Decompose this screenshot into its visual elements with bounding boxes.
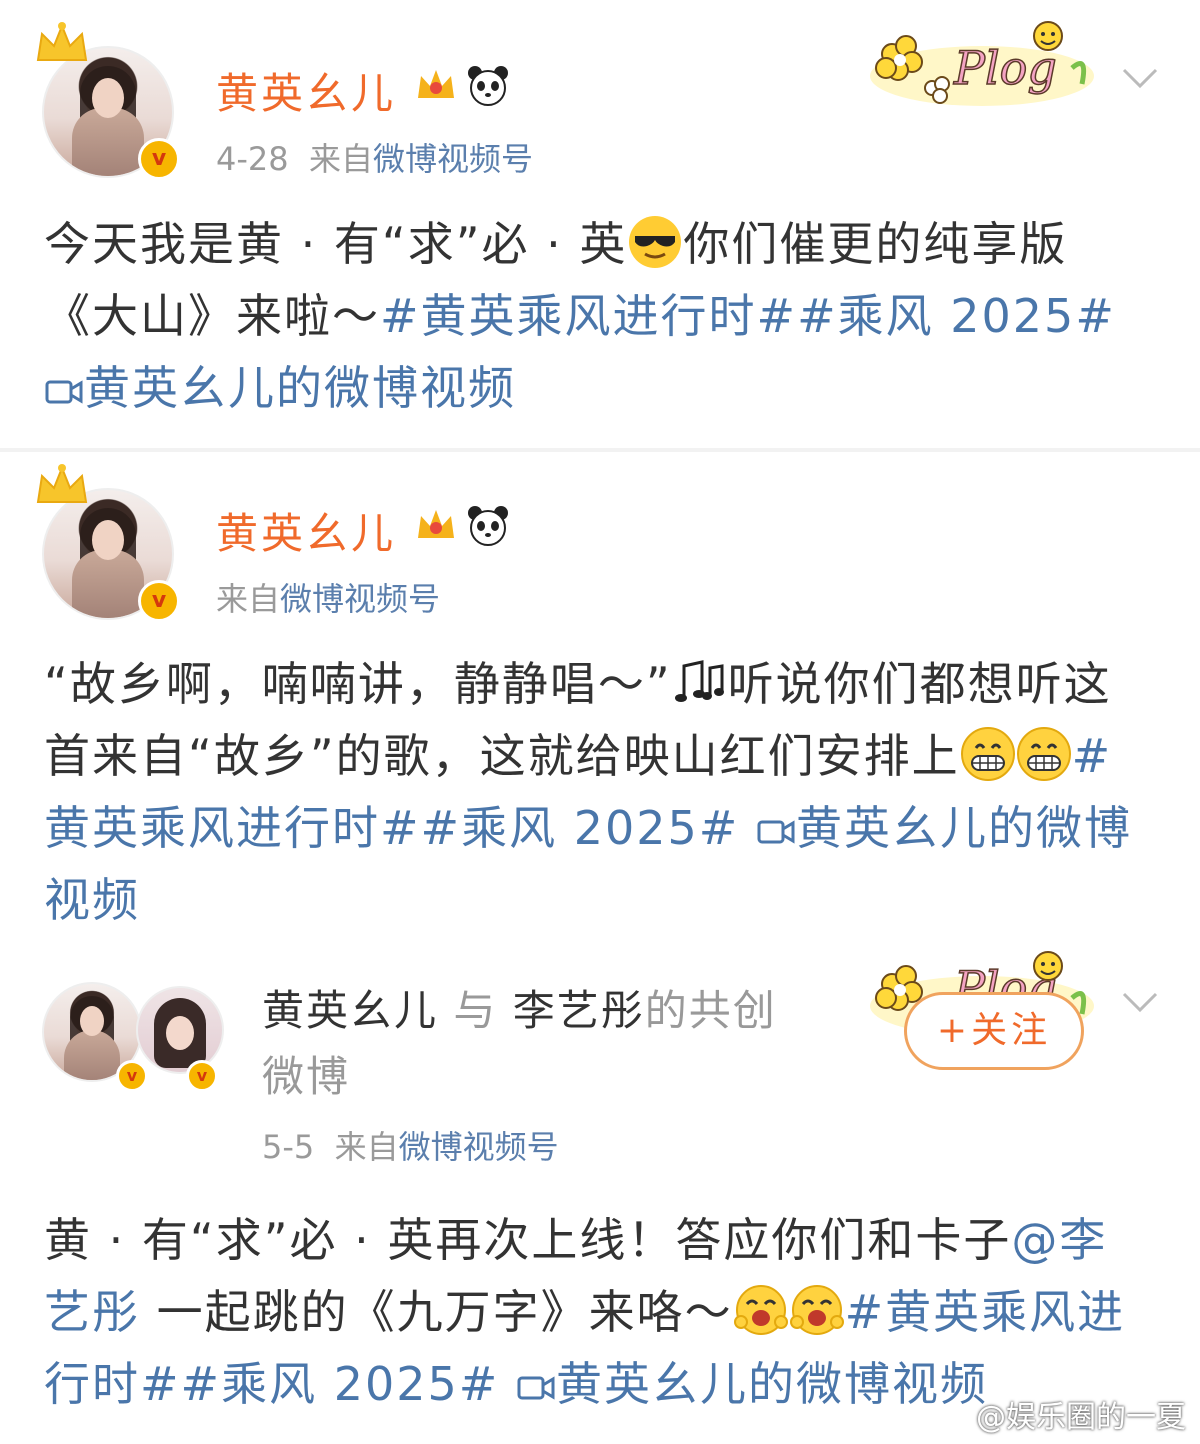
verified-v-icon: v	[138, 580, 180, 622]
weibo-post-3: v v 黄英幺儿 与 李艺彤的共创 微博 Plog +关注 5-5 来自微博视频号…	[0, 942, 1200, 1444]
author-avatar[interactable]: v	[42, 488, 180, 622]
excited-face-emoji	[789, 1285, 844, 1335]
plog-sticker: Plog	[870, 21, 1094, 106]
post-text: “故乡啊，喃喃讲，静静唱～” 听说你们都想听这首来自“故乡”的歌，这就给映山红们安…	[44, 648, 1154, 936]
hashtag-link[interactable]: #乘风 2025#	[181, 1357, 500, 1411]
follow-button[interactable]: +关注	[904, 992, 1084, 1070]
coauthor-name[interactable]: 李艺彤	[513, 986, 645, 1035]
post-text: 今天我是黄 · 有“求”必 · 英你们催更的纯享版《大山》来啦～#黄英乘风进行时…	[44, 208, 1154, 424]
video-icon	[517, 1376, 555, 1400]
cocreate-title: 黄英幺儿 与 李艺彤的共创 微博	[262, 986, 777, 1101]
grin-emoji	[960, 727, 1015, 781]
post-text: 黄 · 有“求”必 · 英再次上线！答应你们和卡子@李艺彤 一起跳的《九万字》来…	[44, 1213, 1126, 1411]
author-name[interactable]: 黄英幺儿	[216, 60, 396, 121]
author-name[interactable]: 黄英幺儿	[216, 500, 396, 561]
source-link[interactable]: 微博视频号	[399, 1128, 559, 1166]
video-link[interactable]: 黄英幺儿的微博视频	[44, 361, 516, 415]
cool-sunglasses-emoji	[629, 216, 682, 268]
panda-icon	[468, 506, 508, 546]
vip-crown-icon	[418, 510, 454, 538]
chevron-down-icon[interactable]	[1122, 66, 1158, 90]
verified-v-icon: v	[186, 1060, 218, 1092]
vip-crown-icon	[418, 70, 454, 98]
verified-v-icon: v	[138, 138, 180, 180]
weibo-post-1: v 黄英幺儿 4-28 来自微博视频号 Plog 今天我是黄 · 有“求”必 ·…	[0, 0, 1200, 450]
panda-icon	[468, 66, 508, 106]
source-link[interactable]: 微博视频号	[373, 140, 533, 178]
source-link[interactable]: 微博视频号	[280, 580, 440, 618]
hashtag-link[interactable]: #黄英乘风进行时#	[380, 289, 797, 343]
chevron-down-icon[interactable]	[1122, 990, 1158, 1014]
weibo-post-2: v 黄英幺儿 来自微博视频号 “故乡啊，喃喃讲，静静唱～” 听说你们都想听这首来自…	[0, 452, 1200, 942]
music-notes-emoji	[674, 660, 724, 702]
hashtag-link[interactable]: #乘风 2025#	[421, 801, 740, 855]
hashtag-link[interactable]: #乘风 2025#	[797, 289, 1116, 343]
post-meta: 5-5 来自微博视频号	[262, 1128, 559, 1166]
video-link[interactable]: 黄英幺儿的微博视频	[516, 1357, 988, 1411]
grin-emoji	[1016, 727, 1071, 781]
verified-v-icon: v	[116, 1060, 148, 1092]
crown-icon	[34, 20, 90, 64]
post-meta: 4-28 来自微博视频号	[216, 140, 533, 178]
author-avatar[interactable]: v	[42, 46, 180, 180]
post-meta: 来自微博视频号	[216, 580, 441, 618]
excited-face-emoji	[733, 1285, 788, 1335]
watermark: @娱乐圈的一夏	[976, 1400, 1186, 1435]
crown-icon	[34, 462, 90, 506]
coauthor-avatar[interactable]	[136, 986, 224, 1074]
video-icon	[757, 820, 795, 844]
author-name[interactable]: 黄英幺儿	[262, 986, 438, 1035]
video-icon	[45, 380, 83, 404]
